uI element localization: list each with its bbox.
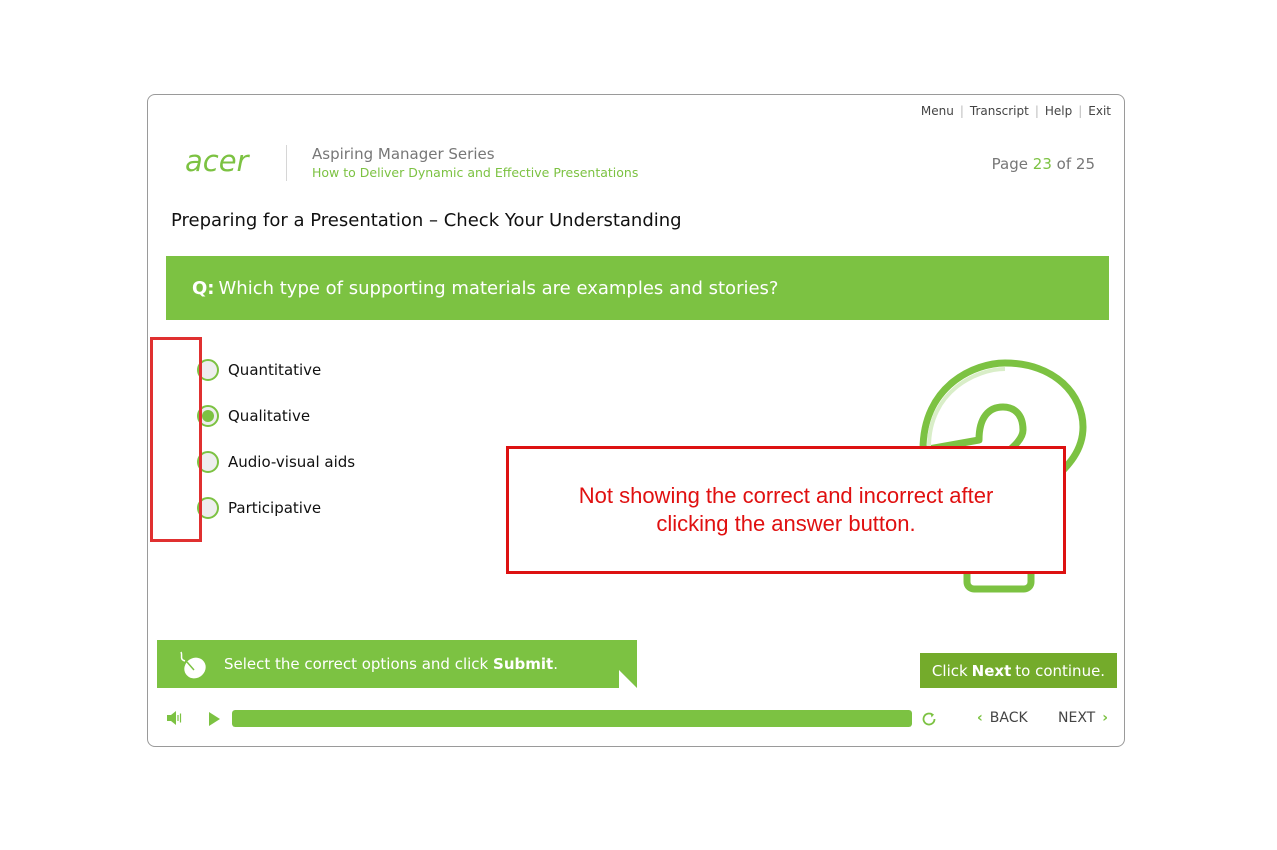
next-button[interactable]: NEXT › bbox=[1058, 710, 1108, 726]
annotation-callout: Not showing the correct and incorrect af… bbox=[506, 446, 1066, 574]
option-label: Quantitative bbox=[228, 361, 322, 379]
back-button[interactable]: ‹ BACK bbox=[977, 710, 1028, 726]
nav-separator: | bbox=[1034, 104, 1039, 118]
back-label: BACK bbox=[989, 710, 1028, 726]
option-quantitative[interactable]: Quantitative bbox=[197, 356, 321, 384]
page-current: 23 bbox=[1032, 155, 1052, 173]
continue-bold: Next bbox=[971, 661, 1012, 680]
annotation-highlight-box bbox=[150, 337, 202, 542]
instruction-bold: Submit bbox=[493, 655, 554, 673]
instruction-banner: Select the correct options and click Sub… bbox=[157, 640, 637, 688]
volume-icon[interactable] bbox=[166, 710, 182, 726]
nav-separator: | bbox=[1078, 104, 1083, 118]
play-icon[interactable] bbox=[209, 712, 220, 726]
exit-link[interactable]: Exit bbox=[1088, 104, 1111, 118]
option-audio-visual-aids[interactable]: Audio-visual aids bbox=[197, 448, 355, 476]
transcript-link[interactable]: Transcript bbox=[970, 104, 1029, 118]
page-total: 25 bbox=[1075, 155, 1095, 173]
menu-link[interactable]: Menu bbox=[921, 104, 954, 118]
progress-fill bbox=[232, 710, 912, 727]
option-label: Qualitative bbox=[228, 407, 311, 425]
instruction-before: Select the correct options and click bbox=[224, 655, 494, 673]
series-title: Aspiring Manager Series bbox=[312, 145, 495, 163]
top-nav: Menu | Transcript | Help | Exit bbox=[921, 104, 1111, 118]
continue-banner: Click Next to continue. bbox=[920, 653, 1117, 688]
continue-before: Click bbox=[931, 661, 968, 680]
question-text: Which type of supporting materials are e… bbox=[218, 277, 779, 299]
option-qualitative[interactable]: Qualitative bbox=[197, 402, 310, 430]
course-title: How to Deliver Dynamic and Effective Pre… bbox=[312, 165, 639, 180]
page-prefix: Page bbox=[991, 155, 1028, 173]
option-participative[interactable]: Participative bbox=[197, 494, 321, 522]
question-bar: Q: Which type of supporting materials ar… bbox=[166, 256, 1109, 320]
continue-after: to continue. bbox=[1015, 661, 1106, 680]
instruction-after: . bbox=[553, 655, 558, 673]
page-indicator: Page 23 of 25 bbox=[992, 155, 1095, 173]
logo-text: acer bbox=[185, 145, 251, 178]
next-label: NEXT bbox=[1058, 710, 1096, 726]
page-curl-cutout bbox=[619, 670, 637, 688]
question-prefix: Q: bbox=[192, 277, 215, 299]
annotation-text: Not showing the correct and incorrect af… bbox=[578, 483, 994, 536]
progress-bar[interactable] bbox=[232, 710, 912, 727]
replay-icon[interactable] bbox=[920, 710, 938, 728]
radio-selected-dot bbox=[202, 410, 214, 422]
acer-logo: acer bbox=[185, 145, 251, 178]
nav-separator: | bbox=[959, 104, 964, 118]
header-divider bbox=[286, 145, 287, 181]
option-label: Participative bbox=[228, 499, 322, 517]
page-title: Preparing for a Presentation – Check You… bbox=[171, 210, 682, 231]
chevron-left-icon: ‹ bbox=[977, 710, 983, 726]
option-label: Audio-visual aids bbox=[228, 453, 356, 471]
page-of: of bbox=[1056, 155, 1072, 173]
chevron-right-icon: › bbox=[1102, 710, 1108, 726]
mouse-click-icon bbox=[180, 651, 206, 679]
instruction-text: Select the correct options and click Sub… bbox=[224, 655, 558, 673]
help-link[interactable]: Help bbox=[1045, 104, 1072, 118]
